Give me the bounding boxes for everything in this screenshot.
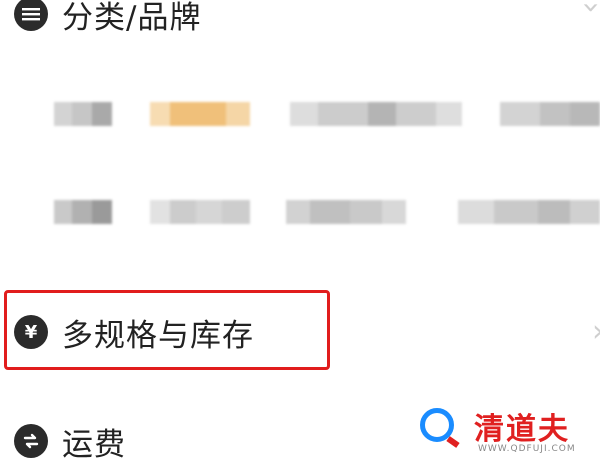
category-brand-label: 分类/品牌: [62, 0, 201, 37]
watermark-title: 清道夫: [474, 404, 570, 448]
brand-option[interactable]: [150, 200, 250, 224]
category-option[interactable]: [500, 102, 600, 126]
watermark-q-icon: [420, 408, 454, 442]
multi-spec-stock-section[interactable]: ¥ 多规格与库存 ›: [0, 304, 600, 360]
chevron-up-icon[interactable]: ‹: [573, 2, 600, 14]
multi-spec-stock-label: 多规格与库存: [62, 310, 254, 355]
brand-option[interactable]: [458, 200, 600, 224]
chevron-right-icon[interactable]: ›: [592, 314, 600, 349]
watermark-logo: 清道夫 WWW.QDFUJI.COM: [408, 402, 598, 460]
category-brand-section[interactable]: 分类/品牌 ‹: [0, 0, 600, 38]
brand-option[interactable]: [54, 200, 112, 224]
exchange-icon: [14, 424, 48, 458]
brand-option[interactable]: [286, 200, 406, 224]
shipping-label: 运费: [62, 419, 126, 464]
list-icon: [14, 0, 48, 31]
yen-icon: ¥: [14, 315, 48, 349]
watermark-url: WWW.QDFUJI.COM: [478, 444, 576, 454]
category-option-selected[interactable]: [150, 102, 250, 126]
category-option[interactable]: [290, 102, 462, 126]
category-option[interactable]: [54, 102, 112, 126]
